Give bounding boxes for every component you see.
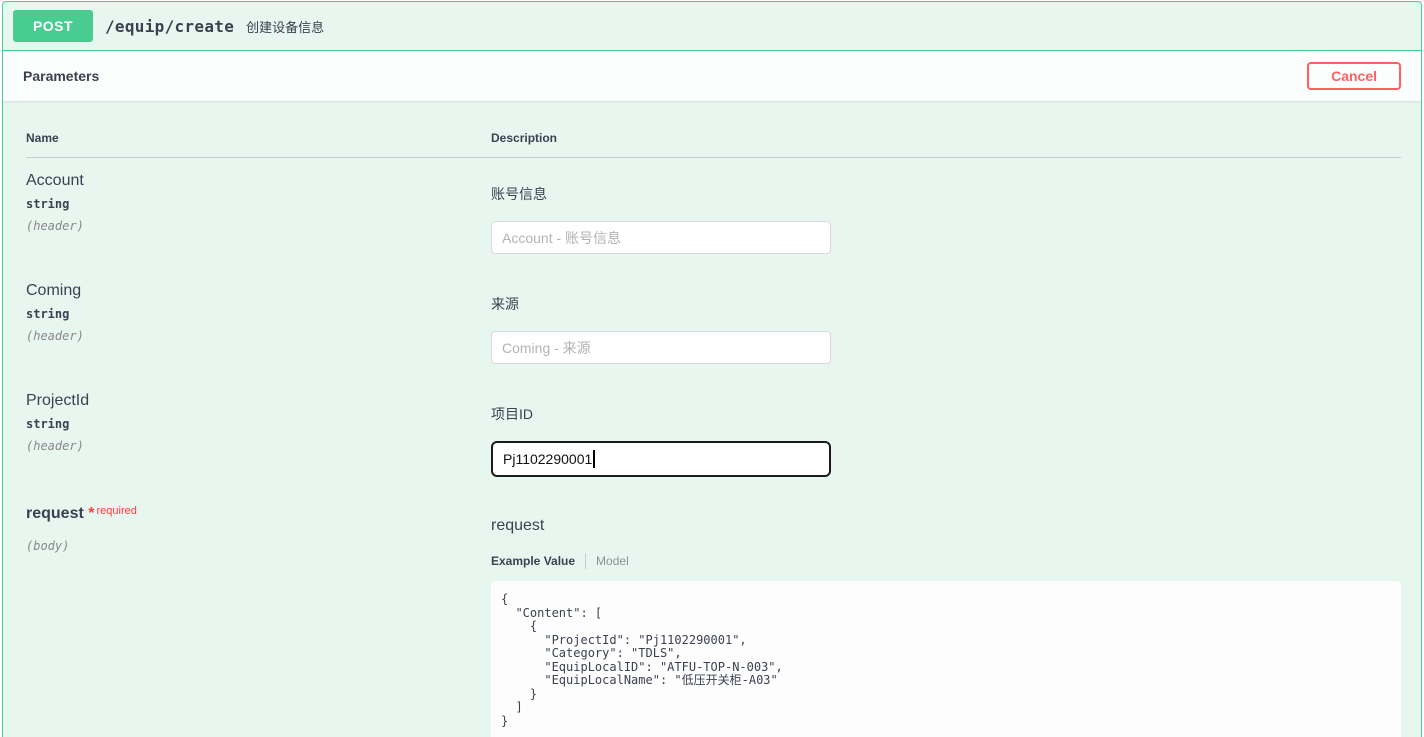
endpoint-summary: 创建设备信息 [246,17,324,36]
required-star: * [88,505,94,522]
operation-summary-bar[interactable]: POST /equip/create 创建设备信息 [3,2,1421,51]
example-value-block: { "Content": [ { "ProjectId": "Pj1102290… [491,581,1401,737]
parameter-name-cell: request *required (body) [26,505,491,737]
parameter-type: string [26,417,491,431]
parameter-name: Coming [26,282,491,300]
parameter-name: ProjectId [26,392,491,410]
parameter-description: 来源 [491,294,1401,314]
endpoint-path: /equip/create [105,17,234,36]
cancel-button[interactable]: Cancel [1307,62,1401,90]
parameter-row-account: Account string (header) 账号信息 [26,158,1401,268]
text-cursor [593,450,595,468]
table-header-row: Name Description [26,131,1401,158]
parameter-location: (header) [26,329,491,343]
parameter-name: Account [26,172,491,190]
parameter-row-coming: Coming string (header) 来源 [26,268,1401,378]
parameter-description-cell: request Example Value Model { "Content":… [491,505,1401,737]
parameter-type: string [26,307,491,321]
parameter-description-cell: 项目ID Pj1102290001 [491,392,1401,477]
projectid-input-value: Pj1102290001 [503,451,592,467]
parameter-name-cell: ProjectId string (header) [26,392,491,477]
parameters-section-header: Parameters Cancel [3,51,1421,101]
parameter-location: (body) [26,539,491,553]
parameter-name: request *required [26,505,491,523]
parameter-description-cell: 来源 [491,282,1401,364]
projectid-input[interactable]: Pj1102290001 [491,441,831,477]
parameter-row-request: request *required (body) request Example… [26,491,1401,737]
post-operation-block: POST /equip/create 创建设备信息 Parameters Can… [2,1,1422,737]
parameters-table: Name Description Account string (header)… [3,101,1421,737]
tab-model[interactable]: Model [596,554,629,568]
example-json: { "Content": [ { "ProjectId": "Pj1102290… [501,593,1391,728]
example-model-tabs: Example Value Model [491,553,1401,569]
parameter-description-cell: 账号信息 [491,172,1401,254]
http-method-badge: POST [13,10,93,42]
parameter-description: 账号信息 [491,184,1401,204]
tab-divider [585,553,586,569]
tab-example-value[interactable]: Example Value [491,554,575,568]
parameter-description: 项目ID [491,404,1401,424]
request-description: request [491,517,1401,535]
account-input[interactable] [491,221,831,254]
parameter-location: (header) [26,439,491,453]
parameters-title: Parameters [23,68,99,84]
parameter-location: (header) [26,219,491,233]
parameter-row-projectid: ProjectId string (header) 项目ID Pj1102290… [26,378,1401,491]
parameter-type: string [26,197,491,211]
coming-input[interactable] [491,331,831,364]
required-label: required [96,505,136,517]
parameter-name-cell: Coming string (header) [26,282,491,364]
parameter-name-cell: Account string (header) [26,172,491,254]
description-column-header: Description [491,131,1401,145]
name-column-header: Name [26,131,491,145]
